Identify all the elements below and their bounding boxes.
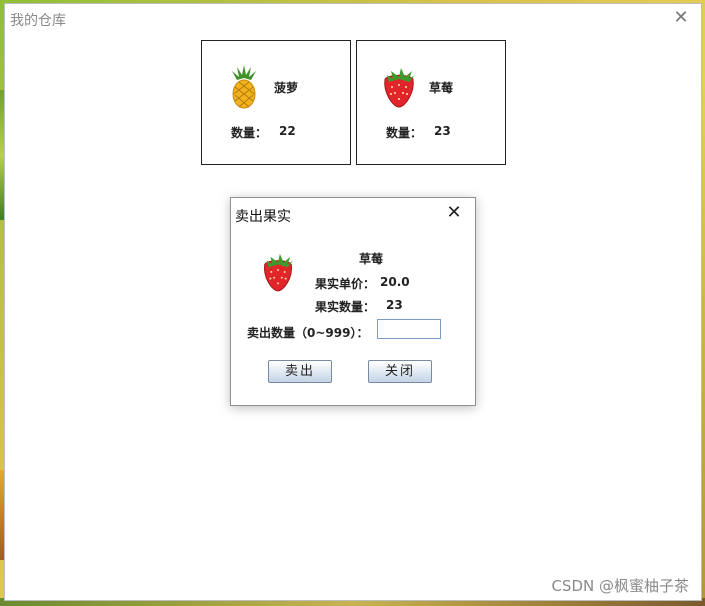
pineapple-icon (232, 65, 256, 109)
dialog-close-icon[interactable]: ✕ (445, 204, 463, 222)
quantity-value: 23 (434, 124, 451, 138)
fruit-card-pineapple[interactable]: 菠萝 数量： 22 (201, 40, 351, 165)
fruit-name: 草莓 (429, 81, 454, 95)
strawberry-icon (384, 68, 415, 108)
watermark: CSDN @枫蜜柚子茶 (551, 577, 689, 595)
fruit-quantity-label: 果实数量： (315, 300, 376, 314)
sell-quantity-label: 卖出数量（0~999）： (247, 326, 369, 340)
dialog-fruit-name: 草莓 (359, 252, 384, 266)
quantity-label: 数量： (386, 126, 423, 140)
fruit-card-strawberry[interactable]: 草莓 数量： 23 (356, 40, 506, 165)
sell-fruit-dialog: 卖出果实 ✕ 草莓 果实单价： 20.0 果实数量： 23 卖出数量（0~999… (230, 197, 476, 406)
fruit-name: 菠萝 (274, 81, 299, 95)
window-title: 我的仓库 (10, 13, 66, 29)
quantity-label: 数量： (231, 126, 268, 140)
unit-price-label: 果实单价： (315, 277, 376, 291)
unit-price-value: 20.0 (380, 275, 410, 289)
sell-button[interactable]: 卖出 (268, 360, 332, 383)
sell-quantity-input[interactable] (377, 319, 441, 339)
window-close-icon[interactable]: ✕ (671, 8, 691, 28)
dialog-title: 卖出果实 (235, 209, 291, 225)
fruit-quantity-value: 23 (386, 298, 403, 312)
close-button[interactable]: 关闭 (368, 360, 432, 383)
strawberry-icon (264, 253, 294, 292)
quantity-value: 22 (279, 124, 296, 138)
